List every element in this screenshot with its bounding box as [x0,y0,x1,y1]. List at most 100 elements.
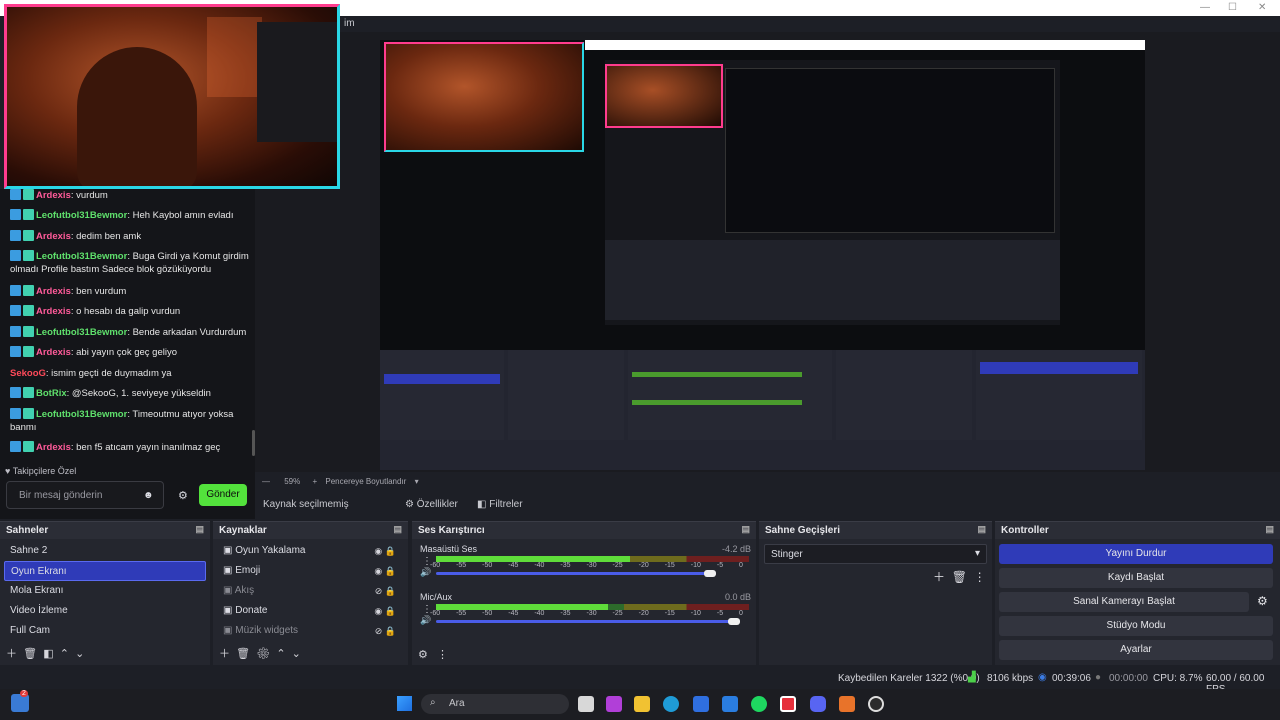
chat-username[interactable]: Leofutbol31Bewmor [36,327,127,338]
menu-fragment[interactable]: im [344,18,355,29]
source-name: Oyun Yakalama [235,545,306,556]
nested-screen [725,68,1055,233]
add-icon[interactable]: ＋ [219,648,230,660]
dock-menu-icon[interactable]: ▤ [393,524,402,535]
lock-icon[interactable]: 🔒 [382,586,396,596]
close-icon[interactable]: ✕ [1258,2,1266,13]
scene-item[interactable]: Mola Ekranı [4,581,206,601]
chevron-up-icon[interactable]: ⌃ [276,648,285,660]
kebab-menu-icon[interactable]: ⋮ [437,649,448,661]
dock-menu-icon[interactable]: ▤ [741,524,750,535]
chat-username[interactable]: Ardexis [36,347,71,358]
settings-icon[interactable]: ⚙ [418,649,428,661]
scene-item[interactable]: Oyun Ekranı [4,561,206,581]
dock-menu-icon[interactable]: ▤ [977,524,986,535]
chat-username[interactable]: BotRix [36,388,67,399]
kebab-menu-icon[interactable]: ⋮ [422,556,432,567]
chevron-down-icon[interactable]: ⌄ [292,648,301,660]
trash-icon[interactable]: 🗑 [952,570,967,584]
filter-icon[interactable]: ◧ [43,648,53,660]
folder-icon[interactable] [634,696,650,712]
chat-username[interactable]: Ardexis [36,231,71,242]
add-icon[interactable]: ＋ [933,570,945,584]
weather-icon[interactable] [11,694,29,712]
minimize-icon[interactable]: — [1200,2,1210,13]
windows-start-icon[interactable] [397,696,412,711]
control-button[interactable]: Sanal Kamerayı Başlat [999,592,1249,612]
edge-icon[interactable] [663,696,679,712]
source-item[interactable]: ▣ Akış ⊘ 🔒 [217,581,404,601]
control-button[interactable]: Ayarlar [999,640,1273,660]
zoom-level[interactable]: 59% [284,477,300,486]
store-icon[interactable] [693,696,709,712]
chat-username[interactable]: Leofutbol31Bewmor [36,251,127,262]
volume-knob[interactable] [703,570,716,577]
source-item[interactable]: ▣ Donate ◉ 🔒 [217,601,404,621]
chevron-down-icon[interactable]: ⌄ [75,648,84,660]
chevron-up-icon[interactable]: ⌃ [60,648,69,660]
dropdown-caret-icon[interactable]: ▾ [415,477,419,486]
chat-input[interactable]: Bir mesaj gönderin [6,481,164,509]
taskbar-search[interactable]: ⌕ Ara [421,694,569,714]
chat-username[interactable]: Leofutbol31Bewmor [36,210,127,221]
transition-select[interactable]: Stinger ▾ [764,544,987,564]
scene-item[interactable]: Sahne 2 [4,541,206,561]
volume-slider[interactable] [436,572,716,575]
volume-slider[interactable] [436,620,740,623]
lock-icon[interactable]: 🔒 [382,626,396,636]
virtual-camera-settings-icon[interactable]: ⚙ [1257,594,1268,608]
discord-icon[interactable] [810,696,826,712]
emoji-icon[interactable]: ☻ [143,490,154,501]
speaker-icon[interactable]: 🔊 [420,567,431,578]
control-button[interactable]: Stüdyo Modu [999,616,1273,636]
gear-icon[interactable]: ⚙ [178,489,188,502]
lock-icon[interactable]: 🔒 [382,606,396,616]
m365-icon[interactable] [606,696,622,712]
chat-username[interactable]: Ardexis [36,190,71,201]
properties-button[interactable]: ⚙ Özellikler [405,499,458,510]
kebab-menu-icon[interactable]: ⋮ [974,570,986,584]
source-item[interactable]: ▣ Oyun Yakalama ◉ 🔒 [217,541,404,561]
gear-icon[interactable]: ⚙ [256,648,270,660]
spotify-icon[interactable] [751,696,767,712]
user-badge-icon [10,441,21,452]
chat-text: : ismim geçti de duymadım ya [45,368,172,379]
send-button[interactable]: Gönder [199,484,247,506]
zoom-in-icon[interactable]: + [312,477,317,486]
scene-item[interactable]: Full Cam [4,621,206,641]
volume-knob[interactable] [728,618,740,625]
source-item[interactable]: ▣ Emoji ◉ 🔒 [217,561,404,581]
control-button[interactable]: Kaydı Başlat [999,568,1273,588]
scene-item[interactable]: Video İzleme [4,601,206,621]
trash-icon[interactable]: 🗑 [236,648,250,660]
chat-username[interactable]: Leofutbol31Bewmor [36,409,127,420]
lock-icon[interactable]: 🔒 [382,566,396,576]
lock-icon[interactable]: 🔒 [382,546,396,556]
source-item[interactable]: ▣ Müzik widgets ⊘ 🔒 [217,621,404,641]
chat-username[interactable]: Ardexis [36,306,71,317]
add-icon[interactable]: ＋ [6,648,17,660]
fit-window-label[interactable]: Pencereye Boyutlandır [325,477,406,486]
chat-message: Ardexis: vurdum [10,189,250,202]
chat-username[interactable]: Ardexis [36,286,71,297]
app-icon[interactable] [839,696,855,712]
obs-icon[interactable] [868,696,884,712]
chat-username[interactable]: Ardexis [36,442,71,453]
kebab-menu-icon[interactable]: ⋮ [422,604,432,615]
filters-button[interactable]: ◧ Filtreler [477,499,523,510]
mail-icon[interactable] [722,696,738,712]
chat-message: BotRix: @SekooG, 1. seviyeye yükseldin [10,387,250,400]
dock-menu-icon[interactable]: ▤ [195,524,204,535]
chat-message: Ardexis: o hesabı da galip vurdun [10,305,250,318]
chat-scrollbar[interactable] [252,430,255,456]
zoom-out-icon[interactable]: — [262,477,270,486]
maximize-icon[interactable]: ☐ [1228,2,1237,13]
chat-username[interactable]: SekooG [10,368,46,379]
opera-icon[interactable] [780,696,796,712]
speaker-icon[interactable]: 🔊 [420,615,431,626]
trash-icon[interactable]: 🗑 [23,648,37,660]
control-button[interactable]: Yayını Durdur [999,544,1273,564]
dock-menu-icon[interactable]: ▤ [1265,524,1274,535]
task-view-icon[interactable] [578,696,594,712]
channel-db: 0.0 dB [724,592,751,602]
